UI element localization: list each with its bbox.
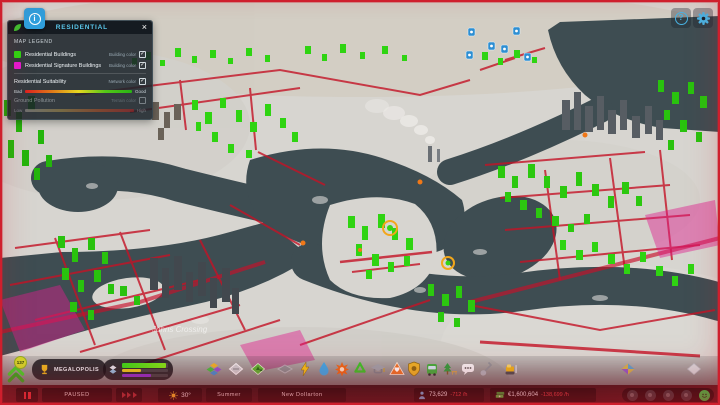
pause-button[interactable]: [16, 388, 38, 402]
demand-bar-residential: [122, 362, 166, 368]
status-circle-3[interactable]: [662, 389, 674, 401]
pause-icon: [23, 391, 31, 399]
main-toolbar: 137 MEGALOPOLIS: [0, 356, 720, 385]
communications-icon[interactable]: [460, 361, 476, 377]
magenta-swatch: [14, 62, 21, 69]
legend-label: Residential Suitability: [14, 78, 67, 85]
checkbox-ground-pollution[interactable]: [139, 97, 146, 104]
population-widget[interactable]: 73,629 -712 /h: [414, 388, 484, 402]
pollution-gradient-scale: Low High: [14, 107, 146, 113]
demand-bar-commercial: [122, 369, 142, 372]
legend-row-residential-buildings: Residential Buildings Building color ✓: [14, 49, 146, 60]
legend-label: Residential Signature Buildings: [25, 62, 102, 69]
electricity-icon[interactable]: [297, 361, 313, 377]
map-tiles-icon[interactable]: [620, 361, 636, 377]
vegetation-icon[interactable]: [250, 361, 266, 377]
help-button[interactable]: ?: [671, 8, 691, 28]
zoning-demand-icon: [109, 365, 117, 374]
population-value: 73,629: [429, 392, 448, 398]
city-name: MEGALOPOLIS: [54, 366, 100, 373]
sun-icon: [169, 390, 178, 400]
settings-button[interactable]: [693, 8, 713, 28]
legend-row-ground-pollution: Ground Pollution Terrain color: [14, 95, 146, 106]
status-bar: PAUSED 30° Summer New Dollarton 73,629 -…: [0, 385, 720, 405]
fire-rescue-icon[interactable]: [334, 361, 350, 377]
parks-recreation-icon[interactable]: [442, 361, 458, 377]
legend-row-suitability: Residential Suitability Network color ✓: [14, 76, 146, 87]
status-circle-2[interactable]: [644, 389, 656, 401]
legend-label: Ground Pollution: [14, 97, 55, 104]
legend-type-label: Network color: [108, 79, 136, 84]
photo-mode-icon[interactable]: [686, 361, 702, 377]
demand-bar-office: [122, 373, 151, 377]
district-name-plate: New Dollarton: [258, 388, 346, 402]
residential-leaf-icon: [14, 24, 21, 31]
temperature-value: 30°: [181, 391, 191, 399]
bulldozer-icon[interactable]: [503, 361, 519, 377]
police-icon[interactable]: [406, 361, 422, 377]
map-district-label: Johns Crossing: [151, 325, 208, 334]
districts-icon[interactable]: [276, 361, 294, 377]
green-swatch: [14, 51, 21, 58]
smiley-icon: [701, 393, 707, 398]
zones-icon[interactable]: [206, 361, 222, 377]
district-label: New Dollarton: [281, 392, 323, 398]
close-icon[interactable]: ×: [142, 23, 147, 32]
money-value: €1,600,604: [508, 392, 539, 398]
milestone-progress-widget[interactable]: 137: [5, 356, 29, 383]
gear-icon: [696, 11, 710, 25]
trophy-icon: [41, 364, 48, 375]
suitability-gradient-scale: Bad Good: [14, 88, 146, 94]
speed-control[interactable]: [116, 388, 142, 402]
legend-type-label: Building color: [108, 52, 136, 57]
pollution-gradient-bar: [25, 108, 134, 112]
transportation-icon[interactable]: [424, 361, 440, 377]
city-status-cluster[interactable]: [622, 388, 714, 402]
water-icon[interactable]: [316, 361, 332, 377]
legend-type-label: Terrain color: [111, 98, 136, 103]
demand-bars: [122, 362, 168, 377]
pause-state-label: PAUSED: [42, 388, 112, 402]
map-legend-title: MAP LEGEND: [14, 39, 53, 45]
temperature-widget[interactable]: 30°: [158, 388, 202, 402]
legend-type-label: Building color: [108, 63, 136, 68]
infoviews-button[interactable]: i: [24, 8, 45, 29]
info-icon: i: [28, 12, 41, 25]
healthcare-icon[interactable]: [389, 361, 405, 377]
landscaping-icon[interactable]: [478, 361, 494, 377]
happiness-indicator[interactable]: [698, 389, 710, 401]
roads-icon[interactable]: [228, 361, 244, 377]
demand-widget[interactable]: [103, 359, 173, 380]
season-label: Summer: [217, 392, 241, 398]
education-icon[interactable]: [370, 361, 386, 377]
status-circle-4[interactable]: [680, 389, 692, 401]
garbage-icon[interactable]: [352, 361, 368, 377]
money-widget[interactable]: €1,600,604 -138,699 /h: [490, 388, 596, 402]
population-rate: -712 /h: [450, 392, 468, 398]
person-icon: [419, 391, 425, 399]
help-icon: ?: [674, 11, 688, 25]
fast-forward-icon: [121, 392, 137, 398]
money-rate: -138,699 /h: [541, 392, 569, 398]
game-screen: Johns Crossing i RESIDENTIAL × MAP LEGEN…: [0, 0, 720, 405]
milestone-level-badge: 137: [14, 356, 27, 369]
residential-infoview-panel[interactable]: RESIDENTIAL × MAP LEGEND Residential Bui…: [7, 20, 153, 120]
checkbox-signature-buildings[interactable]: ✓: [139, 62, 146, 69]
checkbox-residential-buildings[interactable]: ✓: [139, 51, 146, 58]
suitability-gradient-bar: [25, 89, 132, 93]
status-circle-1[interactable]: [626, 389, 638, 401]
legend-row-signature-buildings: Residential Signature Buildings Building…: [14, 60, 146, 71]
checkbox-suitability[interactable]: ✓: [139, 78, 146, 85]
city-name-plate[interactable]: MEGALOPOLIS: [32, 359, 107, 380]
season-widget[interactable]: Summer: [206, 388, 252, 402]
banknotes-icon: [495, 391, 505, 398]
legend-label: Residential Buildings: [25, 51, 77, 58]
